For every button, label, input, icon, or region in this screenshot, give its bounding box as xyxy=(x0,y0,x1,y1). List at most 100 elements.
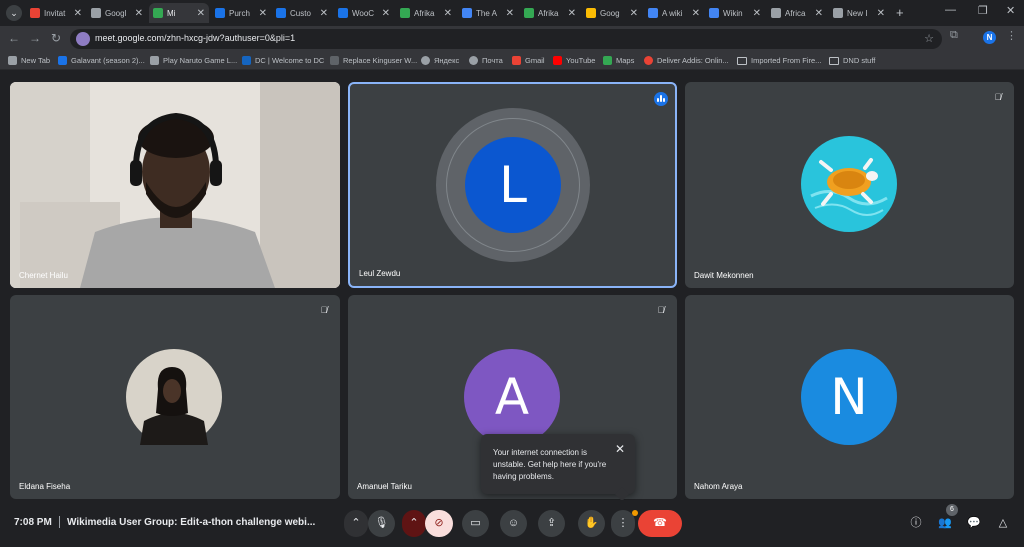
activities-icon[interactable]: △ xyxy=(994,514,1012,532)
maps-icon xyxy=(603,56,612,65)
bookmark-star-icon[interactable]: ☆ xyxy=(924,32,934,45)
meeting-details-icon[interactable]: ⓘ xyxy=(907,514,925,532)
browser-tab[interactable]: Africa ✕ xyxy=(767,3,827,23)
tab-close-icon[interactable]: ✕ xyxy=(135,8,143,19)
site-info-icon[interactable] xyxy=(76,32,90,46)
participant-tile-video[interactable]: Chernet Hailu xyxy=(10,82,340,288)
mic-muted-icon: 🎙̸ xyxy=(320,305,328,315)
people-icon[interactable]: 👥 xyxy=(936,514,954,532)
browser-tab[interactable]: Invitat ✕ xyxy=(26,3,86,23)
bookmark-icon xyxy=(150,56,159,65)
address-bar[interactable]: meet.google.com/zhn-hxcg-jdw?authuser=0&… xyxy=(70,29,942,49)
tab-close-icon[interactable]: ✕ xyxy=(506,8,514,19)
browser-menu-icon[interactable]: ⋮ xyxy=(1006,29,1017,42)
bookmarks-bar: New Tab Galavant (season 2)... Play Naru… xyxy=(0,51,1024,70)
browser-tab[interactable]: Googl ✕ xyxy=(87,3,147,23)
tab-close-icon[interactable]: ✕ xyxy=(320,8,328,19)
bookmark-naruto[interactable]: Play Naruto Game L... xyxy=(150,54,237,67)
avatar: L xyxy=(465,137,561,233)
bookmark-youtube[interactable]: YouTube xyxy=(553,54,595,67)
participant-name: Amanuel Tariku xyxy=(357,482,412,491)
bookmark-new-tab[interactable]: New Tab xyxy=(8,54,50,67)
bookmark-dc[interactable]: DC | Welcome to DC xyxy=(242,54,324,67)
browser-tab[interactable]: The A ✕ xyxy=(458,3,518,23)
browser-tab[interactable]: Mi ✕ xyxy=(149,3,209,23)
participant-tile-active-speaker[interactable]: L Leul Zewdu xyxy=(348,82,677,288)
tab-close-icon[interactable]: ✕ xyxy=(753,8,761,19)
browser-tab[interactable]: Afrika ✕ xyxy=(520,3,580,23)
camera-off-button[interactable]: ⊘ xyxy=(425,510,453,537)
reload-icon[interactable]: ↻ xyxy=(48,30,64,46)
tab-close-icon[interactable]: ✕ xyxy=(382,8,390,19)
bookmark-kinguser[interactable]: Replace Kinguser W... xyxy=(330,54,417,67)
video-options-chevron-icon[interactable]: ⌃ xyxy=(402,510,426,537)
bookmark-maps[interactable]: Maps xyxy=(603,54,634,67)
minimize-icon[interactable]: — xyxy=(945,4,956,16)
present-screen-button[interactable]: ⇪ xyxy=(538,510,565,537)
bookmark-pochta[interactable]: Почта xyxy=(469,54,503,67)
captions-button[interactable]: ▭ xyxy=(462,510,489,537)
tab-title: Purch xyxy=(229,8,250,18)
globe-icon xyxy=(421,56,430,65)
tab-close-icon[interactable]: ✕ xyxy=(815,8,823,19)
call-controls-bar: 7:08 PM Wikimedia User Group: Edit-a-tho… xyxy=(0,500,1024,547)
tab-title: Goog xyxy=(600,8,620,18)
bookmark-deliver-addis[interactable]: Deliver Addis: Onlin... xyxy=(644,54,729,67)
browser-tab[interactable]: Wikin ✕ xyxy=(705,3,765,23)
tab-close-icon[interactable]: ✕ xyxy=(630,8,638,19)
participant-tile[interactable]: N Nahom Araya xyxy=(685,295,1014,499)
participant-tile[interactable]: 🎙̸ Eldana Fiseha xyxy=(10,295,340,499)
bookmark-folder-imported[interactable]: Imported From Fire... xyxy=(737,54,821,67)
tab-title: WooC xyxy=(352,8,375,18)
browser-tab[interactable]: Goog ✕ xyxy=(582,3,642,23)
connection-warning-toast[interactable]: Your internet connection is unstable. Ge… xyxy=(481,434,635,502)
meeting-clock: 7:08 PM xyxy=(14,517,52,528)
bookmark-gmail[interactable]: Gmail xyxy=(512,54,545,67)
bookmark-folder-dnd[interactable]: DND stuff xyxy=(829,54,875,67)
mic-muted-icon: 🎙̸ xyxy=(994,92,1002,102)
chat-icon[interactable]: 💬 xyxy=(965,514,983,532)
avatar: A xyxy=(464,349,560,445)
extensions-icon[interactable]: ⧉ xyxy=(950,29,958,42)
tab-title: Mi xyxy=(167,8,176,18)
new-tab-button[interactable]: + xyxy=(896,5,904,20)
microphone-button[interactable]: 🎙 xyxy=(368,510,395,537)
tab-close-icon[interactable]: ✕ xyxy=(877,8,885,19)
tab-favicon-icon xyxy=(833,8,843,18)
browser-tab[interactable]: New I ✕ xyxy=(829,3,889,23)
raise-hand-button[interactable]: ✋ xyxy=(578,510,605,537)
avatar xyxy=(801,136,897,232)
participant-tile[interactable]: 🎙̸ Dawit Mekonnen xyxy=(685,82,1014,288)
audio-options-chevron-icon[interactable]: ⌃ xyxy=(344,510,368,537)
close-window-icon[interactable]: ✕ xyxy=(1006,4,1015,17)
leave-call-button[interactable]: ☎ xyxy=(638,510,682,537)
tab-close-icon[interactable]: ✕ xyxy=(197,8,205,19)
close-icon[interactable]: ✕ xyxy=(615,442,625,456)
browser-tab[interactable]: Custo ✕ xyxy=(272,3,332,23)
participant-name: Eldana Fiseha xyxy=(19,482,71,491)
tab-close-icon[interactable]: ✕ xyxy=(74,8,82,19)
forward-icon[interactable]: → xyxy=(27,30,43,46)
browser-tab[interactable]: Afrika ✕ xyxy=(396,3,456,23)
profile-avatar[interactable]: N xyxy=(983,31,996,44)
camera-feed-image xyxy=(10,82,340,288)
tab-favicon-icon xyxy=(586,8,596,18)
browser-tab[interactable]: Purch ✕ xyxy=(211,3,271,23)
tab-close-icon[interactable]: ✕ xyxy=(568,8,576,19)
audio-level-icon xyxy=(654,92,668,106)
mic-muted-icon: 🎙̸ xyxy=(657,305,665,315)
bookmark-yandex[interactable]: Яндекс xyxy=(421,54,459,67)
tab-title: The A xyxy=(476,8,497,18)
browser-tab[interactable]: A wiki ✕ xyxy=(644,3,704,23)
tab-close-icon[interactable]: ✕ xyxy=(444,8,452,19)
tab-close-icon[interactable]: ✕ xyxy=(692,8,700,19)
emoji-reactions-button[interactable]: ☺ xyxy=(500,510,527,537)
tab-close-icon[interactable]: ✕ xyxy=(259,8,267,19)
browser-tab[interactable]: WooC ✕ xyxy=(334,3,394,23)
bookmark-icon xyxy=(330,56,339,65)
tab-search-button[interactable]: ⌄ xyxy=(6,5,22,21)
bookmark-galavant[interactable]: Galavant (season 2)... xyxy=(58,54,145,67)
back-icon[interactable]: ← xyxy=(6,30,22,46)
restore-icon[interactable]: ❐ xyxy=(978,4,988,17)
tab-title: Afrika xyxy=(538,8,559,18)
